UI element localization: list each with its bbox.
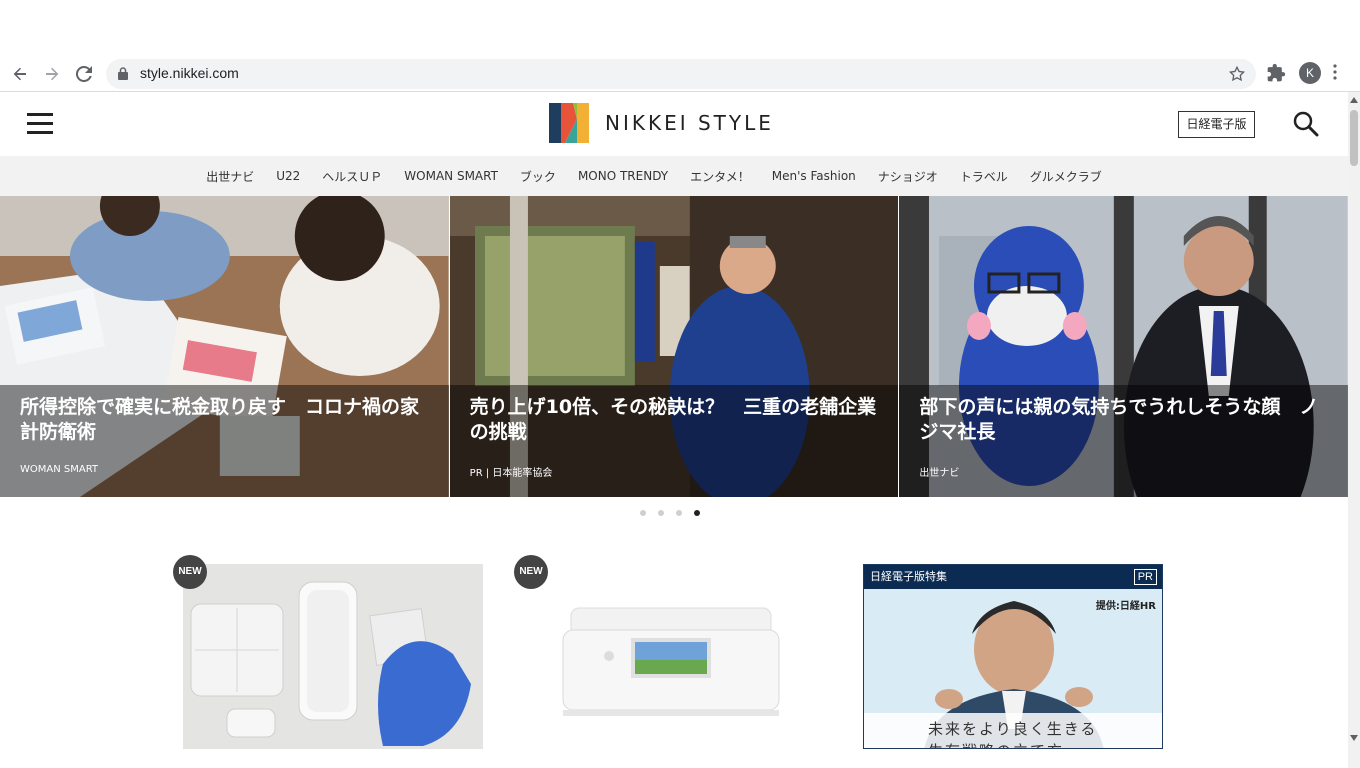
forward-arrow-icon xyxy=(46,67,59,81)
slide-title[interactable]: 売り上げ10倍、その秘訣は？ 三重の老舗企業の挑戦 xyxy=(470,395,879,445)
hero-slide[interactable]: 部下の声には親の気持ちでうれしそうな顔 ノジマ社長 出世ナビ xyxy=(899,196,1349,497)
url-text: style.nikkei.com xyxy=(140,65,239,81)
carousel-dot[interactable] xyxy=(694,510,700,516)
site-logo[interactable]: NIKKEI STYLE xyxy=(549,103,774,143)
category-nav-item[interactable]: 出世ナビ xyxy=(195,168,265,185)
profile-avatar[interactable]: K xyxy=(1299,62,1321,84)
pr-ad-card[interactable]: 日経電子版特集 PR 提供:日経HR 未来をより良く生きる 生存戦略の立て方 xyxy=(863,564,1163,749)
slide-caption: 売り上げ10倍、その秘訣は？ 三重の老舗企業の挑戦 PR | 日本能率協会 xyxy=(449,385,899,497)
category-nav-item[interactable]: トラベル xyxy=(949,168,1019,185)
hamburger-menu-icon[interactable] xyxy=(27,113,53,135)
hero-slide[interactable]: 所得控除で確実に税金取り戻す コロナ禍の家計防衛術 WOMAN SMART xyxy=(0,196,449,497)
slide-tag: 出世ナビ xyxy=(919,468,960,479)
ad-copy-line1: 未来をより良く生きる xyxy=(928,720,1098,738)
category-nav-item[interactable]: WOMAN SMART xyxy=(393,169,509,183)
logo-text: NIKKEI STYLE xyxy=(605,111,774,135)
carousel-dot[interactable] xyxy=(640,510,646,516)
extensions-puzzle-icon[interactable] xyxy=(1266,63,1286,83)
new-badge: NEW xyxy=(173,555,207,589)
ad-copy: 未来をより良く生きる 生存戦略の立て方 xyxy=(864,713,1162,748)
card-image-printer xyxy=(523,564,823,749)
search-icon[interactable] xyxy=(1292,110,1320,138)
carousel-dots xyxy=(640,510,712,516)
category-nav-item[interactable]: ヘルスＵＰ xyxy=(311,168,393,185)
scroll-down-arrow-icon[interactable] xyxy=(1350,734,1358,742)
article-card[interactable] xyxy=(183,564,483,749)
category-nav-item[interactable]: グルメクラブ xyxy=(1019,168,1113,185)
lock-icon xyxy=(118,67,128,80)
carousel-dot[interactable] xyxy=(658,510,664,516)
browser-tab-strip xyxy=(0,0,1360,56)
page-scrollbar[interactable] xyxy=(1348,92,1360,768)
ad-header-title: 日経電子版特集 xyxy=(870,570,947,583)
slide-title[interactable]: 所得控除で確実に税金取り戻す コロナ禍の家計防衛術 xyxy=(20,395,429,445)
category-nav: 出世ナビ U22 ヘルスＵＰ WOMAN SMART ブック MONO TRENDY エンタ… xyxy=(0,156,1348,196)
card-image-containers xyxy=(183,564,483,749)
scroll-up-arrow-icon[interactable] xyxy=(1350,96,1358,104)
nikkei-digital-button[interactable]: 日経電子版 xyxy=(1178,111,1255,138)
scrollbar-thumb[interactable] xyxy=(1350,110,1358,166)
bookmark-star-icon[interactable] xyxy=(1228,65,1246,83)
reload-button[interactable] xyxy=(70,60,98,88)
slide-tag: PR | 日本能率協会 xyxy=(469,468,553,479)
browser-menu-icon[interactable] xyxy=(1333,64,1337,80)
category-nav-item[interactable]: MONO TRENDY xyxy=(567,169,679,183)
browser-toolbar: style.nikkei.com xyxy=(0,56,1360,92)
category-nav-item[interactable]: U22 xyxy=(265,169,311,183)
pr-label: PR xyxy=(1133,569,1157,585)
site-header: NIKKEI STYLE 日経電子版 xyxy=(0,92,1348,156)
new-badge: NEW xyxy=(514,555,548,589)
category-nav-item[interactable]: ブック xyxy=(509,168,567,185)
forward-button[interactable] xyxy=(38,60,66,88)
back-arrow-icon xyxy=(13,67,26,81)
slide-caption: 所得控除で確実に税金取り戻す コロナ禍の家計防衛術 WOMAN SMART xyxy=(0,385,449,497)
article-card[interactable] xyxy=(523,564,823,749)
ad-header: 日経電子版特集 PR xyxy=(864,565,1162,589)
slide-caption: 部下の声には親の気持ちでうれしそうな顔 ノジマ社長 出世ナビ xyxy=(899,385,1349,497)
hero-slide[interactable]: 売り上げ10倍、その秘訣は？ 三重の老舗企業の挑戦 PR | 日本能率協会 xyxy=(449,196,899,497)
address-bar[interactable]: style.nikkei.com xyxy=(106,59,1256,89)
reload-icon xyxy=(76,66,92,82)
nikkei-n-logo-icon xyxy=(549,103,589,143)
hero-carousel: 所得控除で確実に税金取り戻す コロナ禍の家計防衛術 WOMAN SMART 売り… xyxy=(0,196,1349,497)
back-button[interactable] xyxy=(6,60,34,88)
ad-sponsor: 提供:日経HR xyxy=(1095,601,1156,612)
ad-copy-line2: 生存戦略の立て方 xyxy=(928,740,1162,748)
carousel-dot[interactable] xyxy=(676,510,682,516)
category-nav-item[interactable]: ナショジオ xyxy=(867,168,949,185)
category-nav-item[interactable]: エンタメ！ xyxy=(679,168,761,185)
category-nav-item[interactable]: Men's Fashion xyxy=(761,169,867,183)
slide-tag: WOMAN SMART xyxy=(20,464,99,475)
slide-title[interactable]: 部下の声には親の気持ちでうれしそうな顔 ノジマ社長 xyxy=(919,395,1328,445)
